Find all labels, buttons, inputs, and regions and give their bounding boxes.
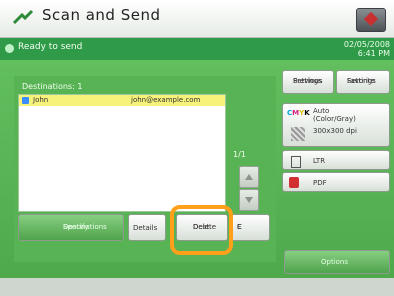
destinations-count: Destinations: 1	[22, 82, 83, 91]
color-mode-label: Auto (Color/Gray)	[313, 107, 356, 123]
more-label-line2: C	[237, 223, 242, 231]
favorite-settings-button[interactable]: Favorite Settings	[336, 70, 390, 94]
bottom-bar	[0, 278, 394, 296]
document-icon	[291, 156, 301, 168]
file-format-value: PDF	[313, 179, 327, 187]
pdf-icon	[289, 177, 299, 188]
date-text: 02/05/2008	[343, 40, 390, 49]
resolution-icon	[291, 127, 305, 141]
color-line1: Auto	[313, 107, 330, 115]
scroll-up-button[interactable]	[239, 166, 259, 188]
prev-line2: Settings	[293, 77, 322, 85]
color-line2: (Color/Gray)	[313, 115, 356, 123]
destination-row[interactable]: John john@example.com	[19, 95, 225, 106]
status-bar: Ready to send 02/05/2008 6:41 PM	[0, 38, 394, 60]
app-title: Scan and Send	[42, 6, 161, 24]
highlight-ring	[170, 205, 233, 255]
scroll-down-button[interactable]	[239, 189, 259, 211]
status-indicator-icon	[5, 44, 14, 53]
scan-send-icon	[12, 9, 34, 25]
destination-address: john@example.com	[131, 96, 201, 104]
reg-line2: Settings	[347, 77, 376, 85]
email-icon	[22, 97, 29, 104]
destination-list: John john@example.com	[18, 94, 226, 212]
page-indicator: 1/1	[233, 150, 246, 159]
color-mode-icon: CMYK	[287, 109, 310, 117]
details-label: Details	[133, 224, 158, 232]
options-button[interactable]: Options	[284, 250, 390, 274]
specify-label-line2: Destinations	[63, 223, 107, 231]
title-bar: Scan and Send	[0, 0, 394, 38]
time-text: 6:41 PM	[357, 49, 390, 58]
destination-name: John	[33, 96, 49, 104]
system-monitor-icon[interactable]	[356, 8, 386, 32]
more-button[interactable]: E C	[230, 214, 270, 241]
scan-size-value: LTR	[313, 157, 326, 165]
details-button[interactable]: Details	[128, 214, 166, 241]
previous-settings-button[interactable]: Previous Settings	[282, 70, 334, 94]
scan-size-setting[interactable]: LTR	[282, 150, 390, 170]
resolution-value: 300x300 dpi	[313, 127, 357, 135]
datetime: 02/05/2008 6:41 PM	[344, 40, 390, 58]
options-label: Options	[321, 258, 349, 266]
status-text: Ready to send	[18, 42, 83, 52]
file-format-setting[interactable]: PDF	[282, 172, 390, 192]
specify-destinations-button[interactable]: Specify Destinations	[18, 214, 124, 241]
color-mode-setting[interactable]: CMYK Auto (Color/Gray) 300x300 dpi	[282, 103, 390, 147]
